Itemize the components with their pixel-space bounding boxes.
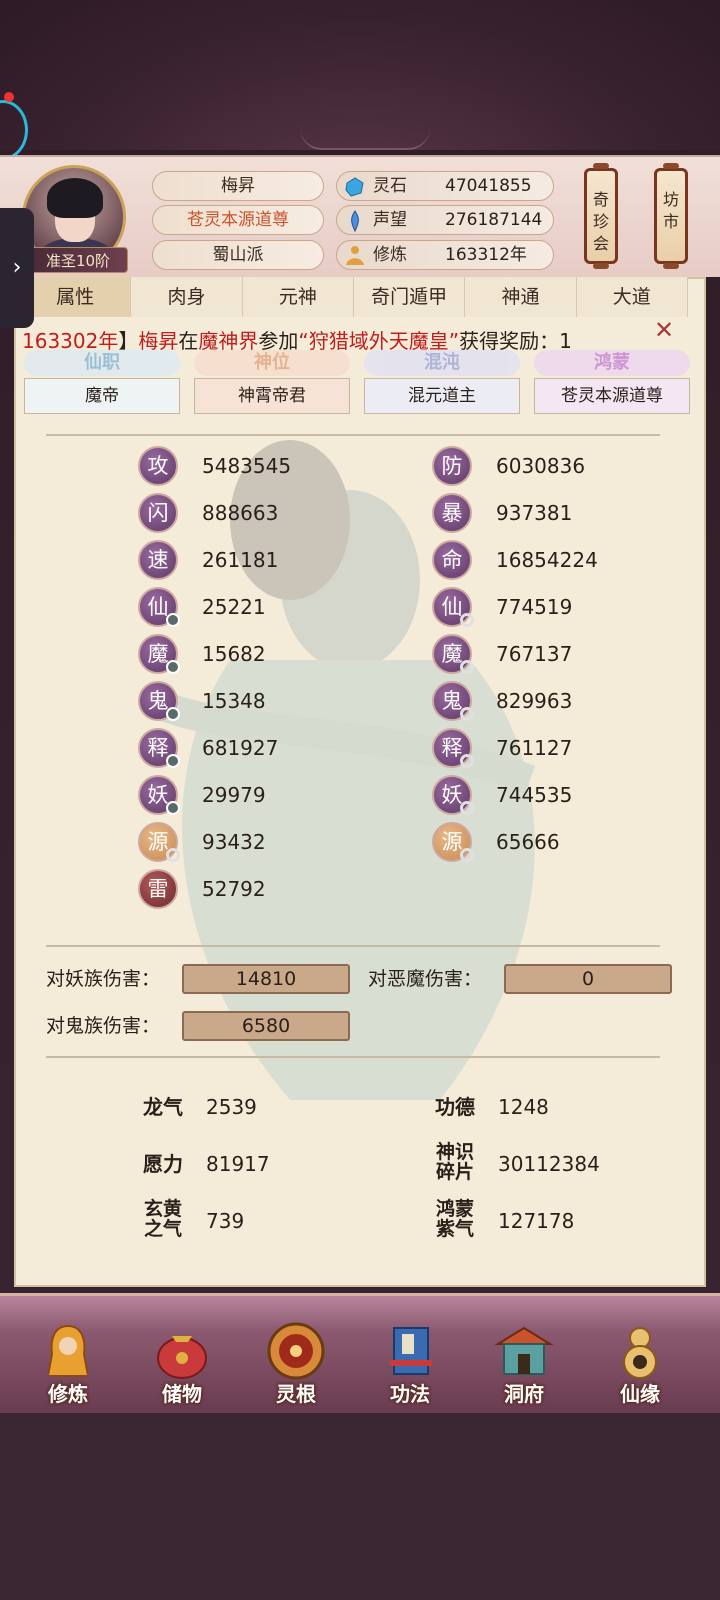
attribute-tabs: 属性 肉身 元神 奇门遁甲 神通 大道: [20, 277, 688, 317]
cultivation-rank-badge: 准圣10阶: [28, 247, 128, 273]
speed-icon: 速: [138, 540, 178, 580]
spirit-root-icon: [267, 1322, 325, 1380]
tab-attributes[interactable]: 属性: [20, 277, 132, 317]
divider: [46, 1056, 660, 1058]
spirit-stone-icon: [345, 177, 364, 197]
attribute-panel: [14, 277, 706, 1287]
rank-hundun: 混沌 混元道主: [364, 350, 520, 414]
reputation-row: 声望 276187144: [336, 205, 554, 235]
tab-qimen[interactable]: 奇门遁甲: [353, 277, 466, 317]
buddha-icon: 释: [138, 728, 180, 768]
thunder-icon: 雷: [138, 869, 178, 909]
technique-book-icon: [390, 1327, 432, 1375]
wish-power-icon: 愿力: [143, 1152, 183, 1176]
bottom-background: [0, 1413, 720, 1600]
ghost-icon: 鬼: [432, 681, 474, 721]
immortal-icon: 仙: [432, 587, 474, 627]
top-decoration: [0, 0, 720, 150]
bottom-nav: 修炼 储物 灵根 功法 洞府 仙缘: [0, 1293, 720, 1413]
xuanhuang-qi-icon: 玄黄 之气: [143, 1198, 182, 1240]
yao-icon: 妖: [138, 775, 180, 815]
nav-techniques[interactable]: 功法: [360, 1304, 460, 1408]
yao-damage-label: 对妖族伤害：: [46, 968, 161, 990]
ghost-damage-value: 6580: [182, 1011, 350, 1041]
market-button[interactable]: 坊市: [654, 163, 688, 269]
divider: [46, 945, 660, 947]
origin-icon: 源: [138, 822, 180, 862]
defense-icon: 防: [432, 446, 472, 486]
tab-body[interactable]: 肉身: [131, 277, 243, 317]
cultivation-row: 修炼 163312年: [336, 240, 554, 270]
divider: [46, 434, 660, 436]
nav-cultivate[interactable]: 修炼: [18, 1304, 118, 1408]
rank-shenwei: 神位 神霄帝君: [194, 350, 350, 414]
tab-spirit[interactable]: 元神: [242, 277, 354, 317]
buddha-icon: 释: [432, 728, 474, 768]
notification-dot: [4, 92, 14, 102]
close-ticker-icon[interactable]: ✕: [654, 318, 678, 342]
ghost-icon: 鬼: [138, 681, 180, 721]
nav-cave-dwelling[interactable]: 洞府: [474, 1304, 574, 1408]
merit-icon: 功德: [435, 1095, 475, 1119]
attack-icon: 攻: [138, 446, 178, 486]
player-name: 梅昇: [152, 171, 324, 201]
demon-damage-value: 0: [504, 964, 672, 994]
gourd-icon: [623, 1327, 657, 1379]
hp-icon: 命: [432, 540, 472, 580]
tab-great-dao[interactable]: 大道: [576, 277, 688, 317]
dodge-icon: 闪: [138, 493, 178, 533]
side-expand-button[interactable]: ›: [0, 208, 34, 328]
hongmeng-qi-icon: 鸿蒙 紫气: [435, 1198, 474, 1240]
rank-hongmeng: 鸿蒙 苍灵本源道尊: [534, 350, 690, 414]
critical-icon: 暴: [432, 493, 472, 533]
ghost-damage-label: 对鬼族伤害：: [46, 1015, 161, 1037]
yao-damage-value: 14810: [182, 964, 350, 994]
origin-icon: 源: [432, 822, 474, 862]
immortal-icon: 仙: [138, 587, 180, 627]
yao-icon: 妖: [432, 775, 474, 815]
demon-icon: 魔: [432, 634, 474, 674]
player-sect: 蜀山派: [152, 240, 324, 270]
spirit-stone-row: 灵石 47041855: [336, 171, 554, 201]
spirit-shard-icon: 神识 碎片: [435, 1141, 474, 1183]
rank-xianzhi: 仙职 魔帝: [24, 350, 180, 414]
dragon-qi-icon: 龙气: [143, 1095, 183, 1119]
demon-damage-label: 对恶魔伤害：: [368, 968, 483, 990]
tab-divine-power[interactable]: 神通: [465, 277, 577, 317]
cave-dwelling-icon: [494, 1326, 554, 1375]
nav-storage[interactable]: 储物: [132, 1304, 232, 1408]
cultivation-icon: [346, 246, 364, 265]
demon-icon: 魔: [138, 634, 180, 674]
storage-bag-icon: [157, 1336, 207, 1379]
nav-spirit-root[interactable]: 灵根: [246, 1304, 346, 1408]
cultivate-icon: [46, 1324, 90, 1377]
treasure-fair-button[interactable]: 奇珍会: [584, 163, 618, 269]
player-title: 苍灵本源道尊: [152, 205, 324, 235]
reputation-icon: [351, 210, 359, 233]
nav-fate[interactable]: 仙缘: [590, 1304, 690, 1408]
